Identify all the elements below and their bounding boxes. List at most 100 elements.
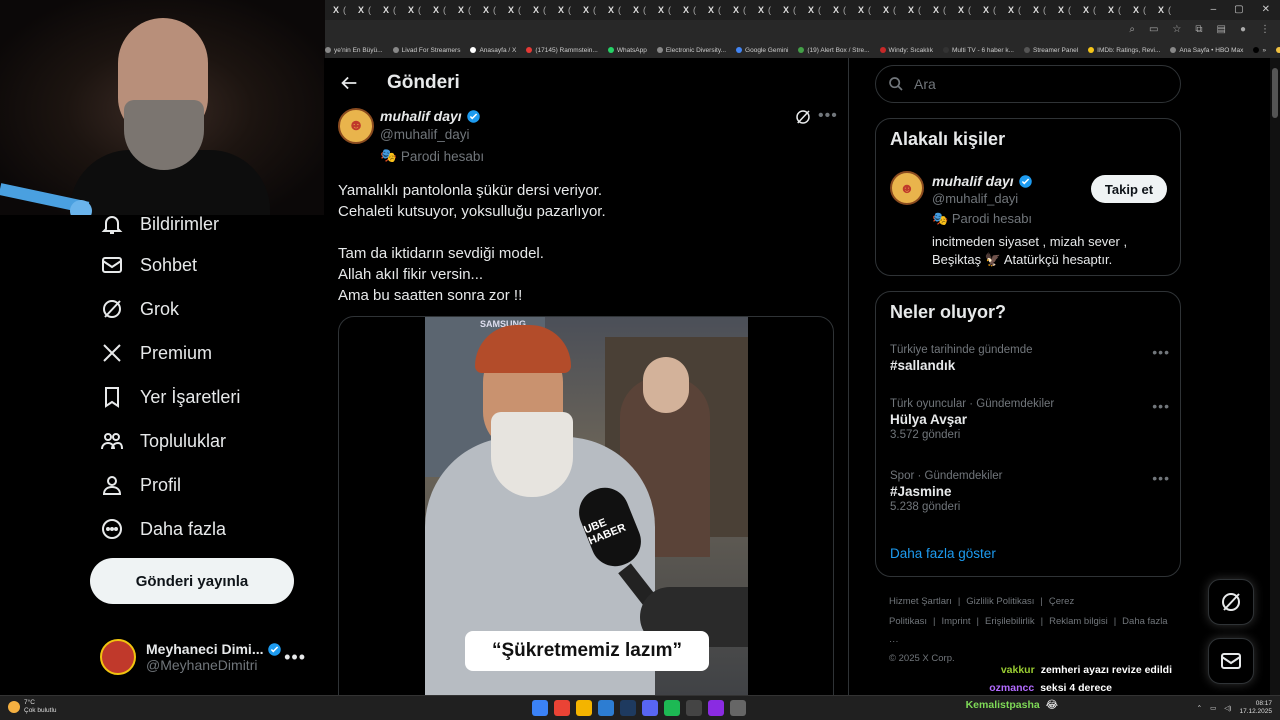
- close-tab-icon[interactable]: (: [543, 5, 546, 15]
- browser-tab[interactable]: X(: [950, 0, 975, 20]
- related-name[interactable]: muhalif dayı: [932, 173, 1014, 189]
- bookmark-item[interactable]: Ana Sayfa • HBO Max: [1170, 47, 1243, 54]
- browser-tab[interactable]: X(: [500, 0, 525, 20]
- minimize-button[interactable]: –: [1211, 4, 1217, 15]
- more-options-icon[interactable]: •••: [284, 647, 306, 668]
- taskbar-app-icon[interactable]: [576, 700, 592, 716]
- close-window-button[interactable]: ✕: [1262, 4, 1270, 15]
- browser-tab[interactable]: X(: [850, 0, 875, 20]
- browser-tab[interactable]: X(: [375, 0, 400, 20]
- bookmark-item[interactable]: Livad For Streamers: [392, 47, 460, 54]
- close-tab-icon[interactable]: (: [868, 5, 871, 15]
- trend-item[interactable]: Türkiye tarihinde gündemde #sallandık ••…: [890, 344, 1170, 373]
- taskbar-app-icon[interactable]: [730, 700, 746, 716]
- close-tab-icon[interactable]: (: [593, 5, 596, 15]
- tweet-author-avatar[interactable]: ☻: [338, 108, 374, 144]
- browser-tab[interactable]: X(: [725, 0, 750, 20]
- footer-link[interactable]: Hizmet Şartları: [889, 596, 952, 607]
- browser-tab[interactable]: X(: [925, 0, 950, 20]
- close-tab-icon[interactable]: (: [1018, 5, 1021, 15]
- volume-icon[interactable]: ◁): [1224, 704, 1231, 712]
- browser-tab[interactable]: X(: [400, 0, 425, 20]
- account-switcher[interactable]: Meyhaneci Dimi... @MeyhaneDimitri •••: [100, 635, 310, 679]
- close-tab-icon[interactable]: (: [368, 5, 371, 15]
- taskbar-app-icon[interactable]: [532, 700, 548, 716]
- menu-icon[interactable]: ⋮: [1260, 24, 1270, 35]
- tweet-author-handle[interactable]: @muhalif_dayi: [380, 127, 470, 142]
- bookmark-item[interactable]: Electronic Diversity...: [656, 47, 726, 54]
- trend-item[interactable]: Spor · Gündemdekiler #Jasmine 5.238 gönd…: [890, 470, 1170, 513]
- close-tab-icon[interactable]: (: [518, 5, 521, 15]
- tweet-media[interactable]: SAMSUNG UBE HABER “Şükretmemiz lazım”: [338, 316, 834, 695]
- sidebar-icon[interactable]: ▤: [1217, 24, 1226, 35]
- nav-item-profile[interactable]: Profil: [100, 473, 181, 497]
- cast-icon[interactable]: ▭: [1149, 24, 1158, 35]
- zoom-icon[interactable]: ⌕: [1129, 24, 1135, 35]
- show-more-link[interactable]: Daha fazla göster: [890, 546, 996, 561]
- close-tab-icon[interactable]: (: [1143, 5, 1146, 15]
- browser-tab[interactable]: X(: [350, 0, 375, 20]
- tweet-author-name[interactable]: muhalif dayı: [380, 108, 462, 124]
- browser-tab[interactable]: X(: [875, 0, 900, 20]
- close-tab-icon[interactable]: (: [693, 5, 696, 15]
- tweet-author-name-row[interactable]: muhalif dayı: [380, 108, 481, 124]
- bookmark-item[interactable]: Streamer Panel: [1023, 47, 1078, 54]
- close-tab-icon[interactable]: (: [1168, 5, 1171, 15]
- footer-link[interactable]: Gizlilik Politikası: [966, 596, 1034, 607]
- bookmark-item[interactable]: (17145) Rammstein...: [526, 47, 598, 54]
- taskbar-app-icon[interactable]: [620, 700, 636, 716]
- more-options-icon[interactable]: •••: [1152, 398, 1170, 414]
- taskbar-app-icon[interactable]: [686, 700, 702, 716]
- bookmark-item[interactable]: ye'nin En Büyü...: [325, 47, 383, 54]
- browser-tab[interactable]: X(: [450, 0, 475, 20]
- browser-tab[interactable]: X(: [775, 0, 800, 20]
- nav-item-notifications[interactable]: Bildirimler: [100, 212, 219, 236]
- close-tab-icon[interactable]: (: [893, 5, 896, 15]
- related-name-row[interactable]: muhalif dayı: [932, 173, 1033, 189]
- taskbar-app-icon[interactable]: [708, 700, 724, 716]
- more-options-icon[interactable]: •••: [818, 107, 838, 125]
- close-tab-icon[interactable]: (: [668, 5, 671, 15]
- close-tab-icon[interactable]: (: [918, 5, 921, 15]
- browser-tab[interactable]: X(: [525, 0, 550, 20]
- bookmark-item[interactable]: IMDb: Ratings, Revi...: [1088, 47, 1160, 54]
- back-arrow-icon[interactable]: [338, 72, 360, 94]
- browser-tab[interactable]: X(: [750, 0, 775, 20]
- bookmark-item[interactable]: Tüm Yer İşaretleri: [1276, 47, 1280, 54]
- clock[interactable]: 08:17 17.12.2025: [1239, 700, 1272, 716]
- browser-tab[interactable]: X(: [1025, 0, 1050, 20]
- close-tab-icon[interactable]: (: [643, 5, 646, 15]
- star-icon[interactable]: ☆: [1172, 24, 1181, 35]
- grok-fab-button[interactable]: [1208, 579, 1254, 625]
- maximize-button[interactable]: ▢: [1234, 4, 1243, 15]
- footer-link[interactable]: Reklam bilgisi: [1049, 616, 1108, 627]
- nav-item-more[interactable]: Daha fazla: [100, 517, 226, 541]
- bookmark-item[interactable]: Google Gemini: [736, 47, 788, 54]
- network-icon[interactable]: ▭: [1210, 704, 1216, 712]
- bookmark-item[interactable]: »: [1253, 47, 1266, 54]
- close-tab-icon[interactable]: (: [568, 5, 571, 15]
- nav-item-grok[interactable]: Grok: [100, 297, 179, 321]
- close-tab-icon[interactable]: (: [468, 5, 471, 15]
- bookmark-item[interactable]: WhatsApp: [607, 47, 647, 54]
- browser-tab[interactable]: X(: [475, 0, 500, 20]
- messages-fab-button[interactable]: [1208, 638, 1254, 684]
- browser-tab[interactable]: X(: [1100, 0, 1125, 20]
- browser-tab[interactable]: X(: [575, 0, 600, 20]
- browser-tab[interactable]: X(: [700, 0, 725, 20]
- close-tab-icon[interactable]: (: [743, 5, 746, 15]
- browser-tab[interactable]: X(: [1050, 0, 1075, 20]
- browser-tab[interactable]: X(: [1125, 0, 1150, 20]
- bookmark-item[interactable]: Anasayfa / X: [470, 47, 516, 54]
- close-tab-icon[interactable]: (: [943, 5, 946, 15]
- browser-tab[interactable]: X(: [550, 0, 575, 20]
- more-options-icon[interactable]: •••: [1152, 344, 1170, 360]
- taskbar-app-icon[interactable]: [664, 700, 680, 716]
- extensions-icon[interactable]: ⧉: [1195, 24, 1202, 35]
- nav-item-communities[interactable]: Topluluklar: [100, 429, 226, 453]
- grok-icon[interactable]: [794, 108, 812, 126]
- weather-widget[interactable]: 7°C Çok bulutlu: [8, 699, 57, 715]
- close-tab-icon[interactable]: (: [793, 5, 796, 15]
- close-tab-icon[interactable]: (: [718, 5, 721, 15]
- close-tab-icon[interactable]: (: [968, 5, 971, 15]
